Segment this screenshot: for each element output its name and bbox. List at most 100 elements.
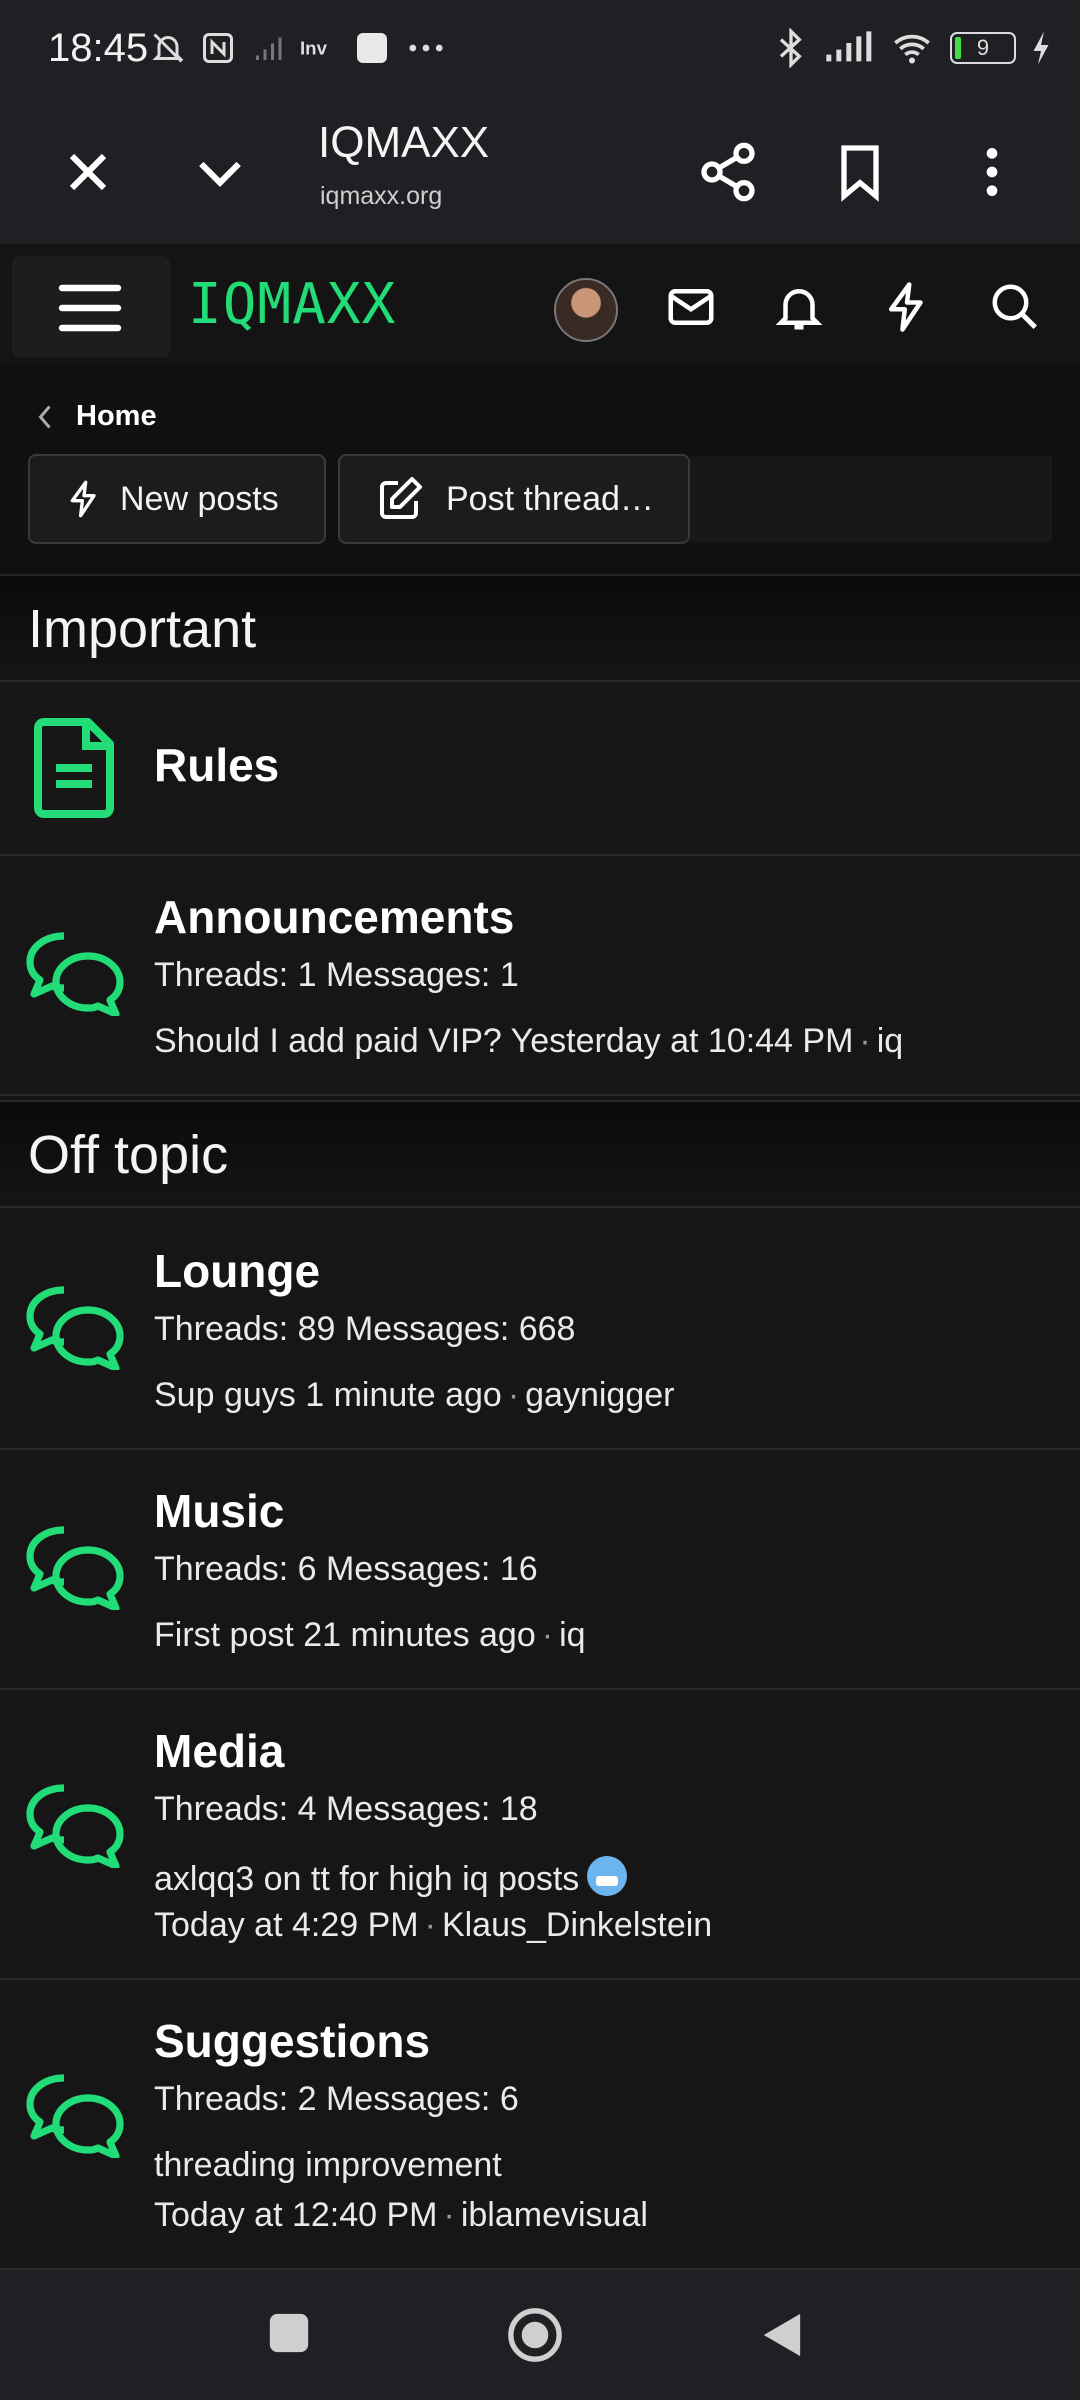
forum-stats: Threads: 1 Messages: 1 [154, 956, 519, 994]
more-vert-icon[interactable] [960, 140, 1024, 204]
system-nav-bar [0, 2270, 1080, 2400]
chat-bubbles-icon [26, 1286, 124, 1370]
share-icon[interactable] [696, 140, 760, 204]
last-post-title-line[interactable]: threading improvement [154, 2146, 502, 2185]
chevron-left-icon [38, 405, 51, 428]
last-post-meta: Today at 4:29 PM · Klaus_Dinkelstein [154, 1906, 712, 1945]
last-post-time: Today at 4:29 PM [154, 1906, 419, 1944]
separator-dot: · [507, 1376, 520, 1414]
separator-dot: · [424, 1906, 436, 1944]
bolt-icon[interactable] [880, 280, 934, 334]
signal-weak-icon [256, 37, 282, 60]
separator-dot: · [541, 1616, 554, 1654]
forum-row-announcements[interactable]: Announcements Threads: 1 Messages: 1 Sho… [0, 856, 1080, 1096]
charging-icon [1033, 31, 1049, 65]
avatar[interactable] [554, 278, 618, 342]
mute-bell-icon [152, 33, 184, 63]
last-post-title-line[interactable]: axlqq3 on tt for high iq posts [154, 1856, 628, 1899]
last-post-title[interactable]: Should I add paid VIP? [154, 1022, 502, 1060]
hamburger-icon [58, 284, 122, 332]
last-post-user[interactable]: iblamevisual [461, 2196, 648, 2234]
chat-bubbles-icon [26, 2074, 124, 2158]
chat-bubbles-icon [26, 1526, 124, 1610]
page-url: iqmaxx.org [320, 182, 443, 210]
forum-row-lounge[interactable]: Lounge Threads: 89 Messages: 668 Sup guy… [0, 1208, 1080, 1450]
inbox-icon[interactable] [664, 280, 718, 334]
battery-level: 9 [976, 35, 990, 60]
bell-icon[interactable] [772, 280, 826, 334]
back-icon[interactable] [758, 2310, 804, 2360]
forum-row-music[interactable]: Music Threads: 6 Messages: 16 First post… [0, 1450, 1080, 1690]
chevron-down-icon[interactable] [188, 140, 252, 204]
last-post-user[interactable]: iq [877, 1022, 903, 1060]
wifi-icon [894, 34, 930, 64]
page-title: IQMAXX [318, 118, 490, 167]
clock: 18:45 [48, 26, 149, 70]
last-post-title[interactable]: threading improvement [154, 2146, 502, 2184]
section-header-off-topic[interactable]: Off topic [0, 1100, 1080, 1208]
status-icons-left: Inv [150, 30, 448, 66]
new-posts-button[interactable]: New posts [28, 454, 326, 544]
menu-button[interactable] [12, 256, 170, 358]
svg-text:Inv: Inv [300, 38, 328, 59]
last-post[interactable]: Should I add paid VIP? Yesterday at 10:4… [154, 1022, 903, 1061]
bookmark-icon[interactable] [828, 140, 892, 204]
forum-title[interactable]: Lounge [154, 1244, 320, 1298]
forum-row-media[interactable]: Media Threads: 4 Messages: 18 axlqq3 on … [0, 1690, 1080, 1980]
forum-stats: Threads: 89 Messages: 668 [154, 1310, 576, 1348]
forum-row-rules[interactable]: Rules [0, 682, 1080, 856]
section-title: Off topic [28, 1125, 229, 1185]
site-logo[interactable]: IQMAXX [188, 272, 396, 337]
home-icon[interactable] [506, 2306, 564, 2364]
app-inv-icon: Inv [300, 38, 328, 59]
forum-stats: Threads: 2 Messages: 6 [154, 2080, 519, 2118]
browser-toolbar: IQMAXX iqmaxx.org [0, 96, 1080, 246]
last-post-user[interactable]: iq [559, 1616, 585, 1654]
app-square-icon [357, 33, 387, 63]
last-post-time: 21 minutes ago [303, 1616, 536, 1654]
cell-signal-icon [826, 31, 872, 62]
section-header-important[interactable]: Important [0, 574, 1080, 682]
forum-title[interactable]: Music [154, 1484, 284, 1538]
last-post-title[interactable]: axlqq3 on tt for high iq posts [154, 1860, 579, 1898]
section-title: Important [28, 599, 257, 659]
recent-apps-icon[interactable] [266, 2310, 312, 2356]
last-post-time: Yesterday at 10:44 PM [510, 1022, 854, 1060]
last-post-meta: Today at 12:40 PM · iblamevisual [154, 2196, 648, 2235]
document-icon [34, 718, 114, 818]
chat-bubbles-icon [26, 1784, 124, 1868]
new-posts-label: New posts [120, 479, 279, 518]
breadcrumb[interactable]: Home [34, 400, 157, 433]
last-post-user[interactable]: Klaus_Dinkelstein [442, 1906, 712, 1944]
forum-title[interactable]: Rules [154, 738, 279, 792]
more-dots-icon [409, 44, 443, 52]
forum-stats: Threads: 4 Messages: 18 [154, 1790, 538, 1828]
separator-dot: · [859, 1022, 871, 1060]
last-post[interactable]: Sup guys 1 minute ago · gaynigger [154, 1376, 674, 1415]
status-bar: 18:45 Inv 9 [0, 0, 1080, 96]
forum-row-suggestions[interactable]: Suggestions Threads: 2 Messages: 6 threa… [0, 1980, 1080, 2270]
search-icon[interactable] [988, 280, 1042, 334]
last-post-title[interactable]: First post [154, 1616, 294, 1654]
forum-title[interactable]: Announcements [154, 890, 514, 944]
edit-icon [380, 477, 422, 519]
last-post[interactable]: First post 21 minutes ago · iq [154, 1616, 586, 1655]
battery-icon: 9 [950, 32, 1016, 64]
last-post-time: Today at 12:40 PM [154, 2196, 438, 2234]
button-bar-filler [690, 456, 1052, 542]
breadcrumb-area: Home New posts Post thread… [0, 364, 1080, 574]
separator-dot: · [443, 2196, 455, 2234]
forum-stats: Threads: 6 Messages: 16 [154, 1550, 538, 1588]
chat-bubbles-icon [26, 932, 124, 1016]
breadcrumb-home[interactable]: Home [76, 400, 157, 433]
forum-title[interactable]: Media [154, 1724, 284, 1778]
close-icon[interactable] [56, 140, 120, 204]
last-post-title[interactable]: Sup guys [154, 1376, 296, 1414]
post-thread-button[interactable]: Post thread… [338, 454, 690, 544]
forum-title[interactable]: Suggestions [154, 2014, 430, 2068]
cold-face-emoji-icon [587, 1856, 628, 1896]
post-thread-label: Post thread… [446, 479, 654, 518]
site-header: IQMAXX [0, 244, 1080, 364]
last-post-user[interactable]: gaynigger [525, 1376, 674, 1414]
bolt-icon [70, 480, 96, 518]
